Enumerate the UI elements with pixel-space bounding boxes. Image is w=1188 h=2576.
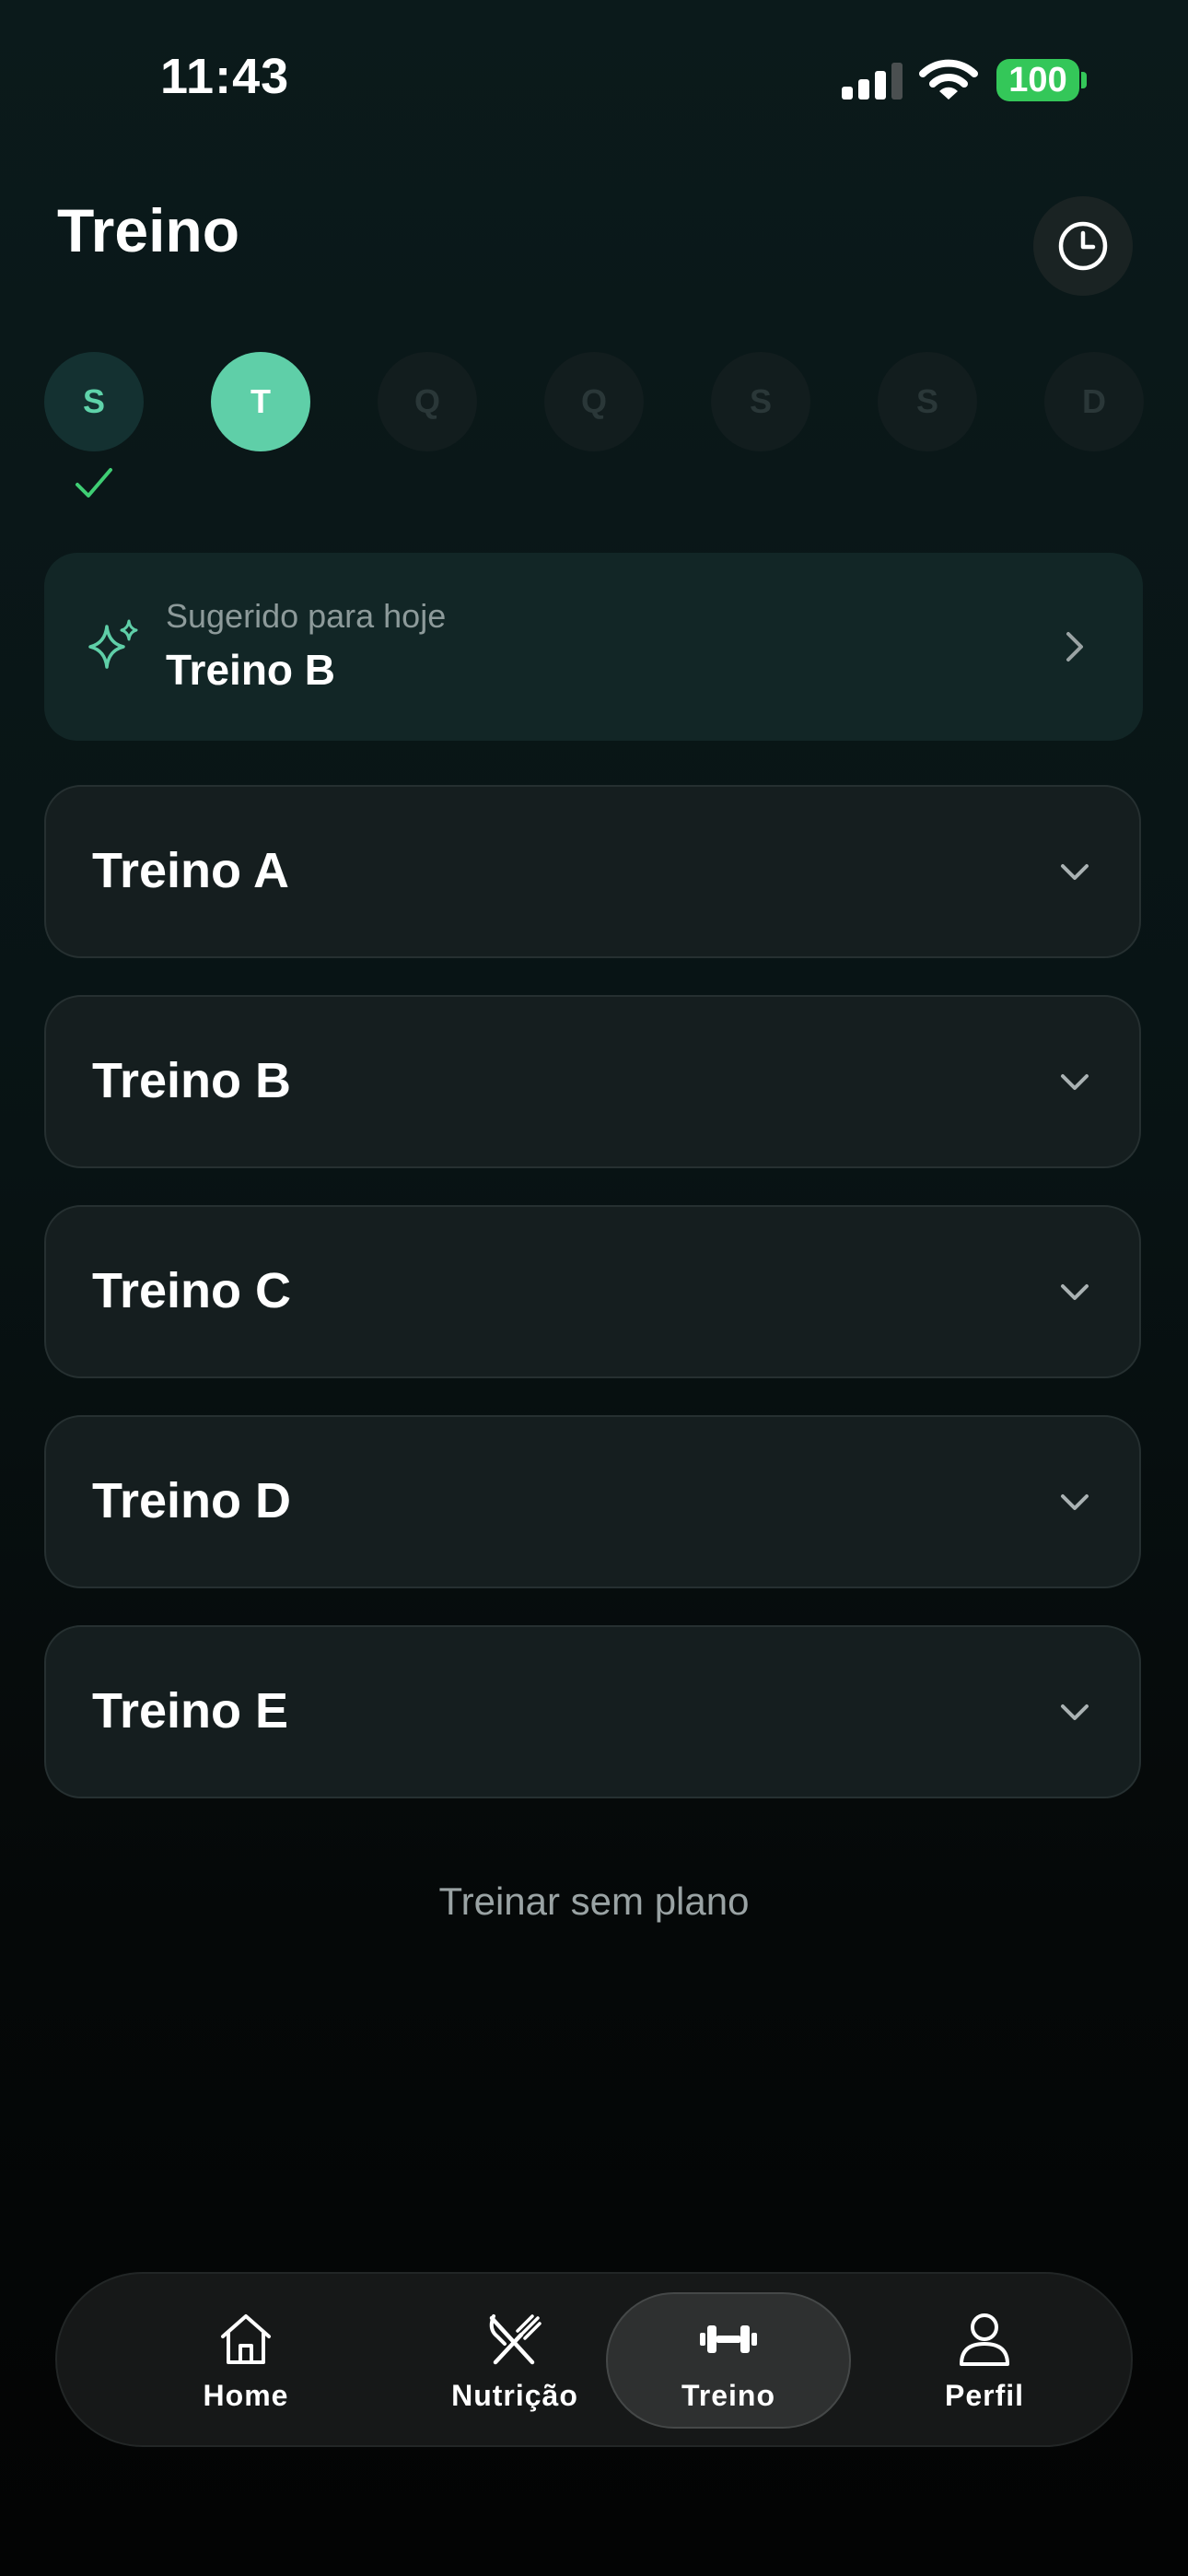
tab-bar: Home Nutrição Treino Perfil bbox=[55, 2272, 1133, 2447]
history-button[interactable] bbox=[1033, 196, 1133, 296]
tab-label: Nutrição bbox=[451, 2378, 578, 2412]
person-icon bbox=[960, 2313, 1009, 2366]
day-thursday[interactable]: Q bbox=[544, 352, 644, 451]
signal-icon bbox=[842, 63, 903, 100]
tab-label: Treino bbox=[681, 2378, 775, 2412]
chevron-right-icon bbox=[1066, 632, 1083, 662]
status-bar: 11:43 100 bbox=[0, 0, 1188, 157]
workout-card-b[interactable]: Treino B bbox=[44, 995, 1141, 1168]
chevron-down-icon bbox=[1061, 864, 1089, 880]
sparkles-icon bbox=[88, 619, 138, 669]
dumbbell-icon bbox=[700, 2324, 757, 2353]
battery-tip bbox=[1081, 72, 1087, 88]
train-without-plan-link[interactable]: Treinar sem plano bbox=[0, 1879, 1188, 1924]
day-sunday[interactable]: D bbox=[1044, 352, 1144, 451]
workout-card-d[interactable]: Treino D bbox=[44, 1415, 1141, 1588]
checkmark-icon bbox=[76, 468, 112, 498]
workout-card-a[interactable]: Treino A bbox=[44, 785, 1141, 958]
workout-title: Treino B bbox=[92, 1053, 292, 1108]
clock-icon bbox=[1058, 221, 1108, 271]
page-title: Treino bbox=[57, 196, 240, 264]
battery-icon: 100 bbox=[996, 59, 1079, 101]
day-friday[interactable]: S bbox=[711, 352, 810, 451]
workout-title: Treino D bbox=[92, 1473, 292, 1528]
tab-treino[interactable]: Treino bbox=[606, 2292, 851, 2429]
chevron-down-icon bbox=[1061, 1074, 1089, 1090]
day-saturday[interactable]: S bbox=[878, 352, 977, 451]
workout-card-c[interactable]: Treino C bbox=[44, 1205, 1141, 1378]
utensils-icon bbox=[489, 2313, 542, 2364]
day-monday[interactable]: S bbox=[44, 352, 144, 451]
tab-home[interactable]: Home bbox=[112, 2292, 379, 2429]
suggested-workout-card[interactable]: Sugerido para hoje Treino B bbox=[44, 553, 1143, 741]
chevron-down-icon bbox=[1061, 1284, 1089, 1300]
tab-label: Home bbox=[203, 2378, 289, 2412]
status-time: 11:43 bbox=[160, 49, 290, 104]
home-icon bbox=[221, 2313, 271, 2364]
workout-title: Treino E bbox=[92, 1683, 289, 1739]
workout-title: Treino A bbox=[92, 843, 290, 898]
suggested-title: Treino B bbox=[166, 646, 336, 694]
workout-card-e[interactable]: Treino E bbox=[44, 1625, 1141, 1798]
wifi-icon bbox=[919, 59, 978, 100]
workout-title: Treino C bbox=[92, 1263, 292, 1318]
suggested-caption: Sugerido para hoje bbox=[166, 597, 447, 635]
tab-label: Perfil bbox=[944, 2378, 1025, 2412]
chevron-down-icon bbox=[1061, 1704, 1089, 1720]
day-tuesday[interactable]: T bbox=[211, 352, 310, 451]
tab-perfil[interactable]: Perfil bbox=[879, 2292, 1090, 2429]
chevron-down-icon bbox=[1061, 1494, 1089, 1510]
day-wednesday[interactable]: Q bbox=[378, 352, 477, 451]
